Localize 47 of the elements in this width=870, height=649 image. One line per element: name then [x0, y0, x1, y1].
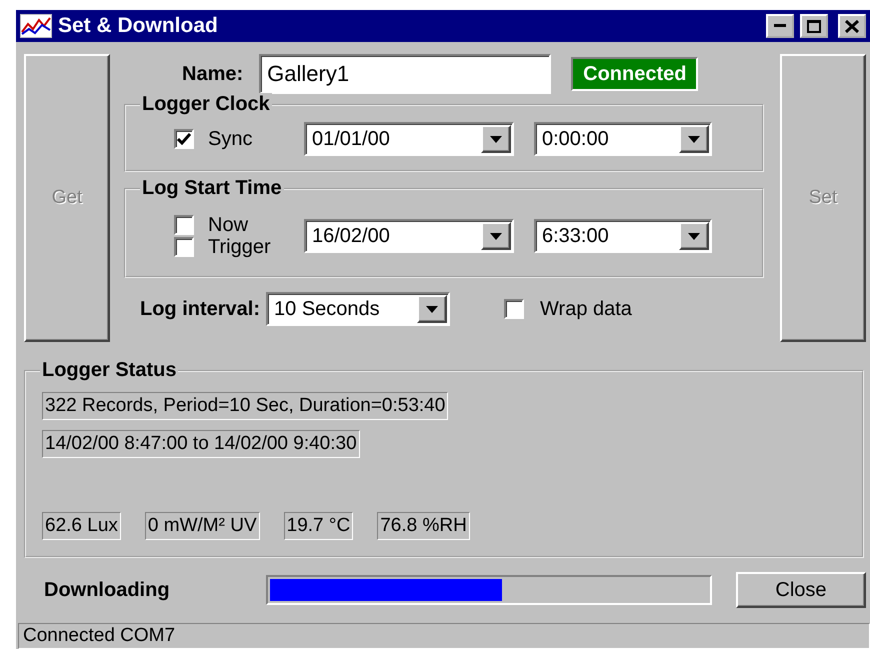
caret-icon [426, 306, 438, 312]
chart-icon [20, 14, 52, 38]
reading-text: 0 mW/M² UV [144, 512, 260, 540]
checkbox-label: Wrap data [540, 297, 632, 322]
close-icon [845, 20, 859, 32]
interval-label: Log interval: [140, 297, 260, 322]
checkbox-label: Now [208, 214, 248, 236]
caret-icon [688, 136, 700, 142]
dropdown-button[interactable] [481, 125, 511, 153]
close-dialog-button[interactable]: Close [736, 572, 866, 608]
reading-text: 19.7 °C [284, 512, 354, 540]
status-text: 322 Records, Period=10 Sec, Duration=0:53:40 [42, 392, 448, 420]
minimize-button[interactable] [766, 14, 794, 38]
checkbox[interactable] [504, 299, 524, 319]
name-label: Name: [182, 62, 244, 87]
caret-icon [490, 136, 502, 142]
dropdown-button[interactable] [481, 222, 511, 250]
caret-icon [490, 232, 502, 240]
status-badge: Connected [571, 57, 698, 91]
interval-dropdown[interactable]: 10 Seconds [266, 292, 450, 326]
reading-text: 62.6 Lux [42, 512, 121, 540]
checkbox-label: Trigger [208, 236, 271, 258]
group-title: Log Start Time [140, 177, 284, 199]
dropdown-button[interactable] [679, 125, 709, 153]
checkbox[interactable] [174, 237, 194, 257]
status-bar: Connected COM7 [18, 623, 870, 649]
group-title: Logger Status [40, 359, 178, 381]
maximize-button[interactable] [800, 14, 828, 38]
group-title: Logger Clock [140, 93, 272, 115]
reading-text: 76.8 %RH [377, 512, 470, 540]
maximize-icon [807, 20, 821, 32]
date-dropdown[interactable]: 01/01/00 [304, 122, 514, 156]
name-field[interactable]: Gallery1 [259, 54, 552, 94]
date-dropdown[interactable]: 16/02/00 [304, 219, 514, 253]
minimize-icon [774, 24, 786, 28]
download-label: Downloading [44, 578, 171, 603]
time-dropdown[interactable]: 6:33:00 [534, 219, 712, 253]
close-button[interactable] [838, 14, 866, 38]
checkbox[interactable] [174, 129, 194, 149]
time-dropdown[interactable]: 0:00:00 [534, 122, 712, 156]
checkbox-label: Sync [208, 128, 252, 150]
dropdown-button[interactable] [679, 222, 709, 250]
status-text: 14/02/00 8:47:00 to 14/02/00 9:40:30 [42, 430, 360, 458]
window-title: Set & Download [58, 13, 219, 40]
caret-icon [688, 232, 700, 240]
checkbox[interactable] [174, 215, 194, 235]
dropdown-button[interactable] [417, 295, 448, 323]
